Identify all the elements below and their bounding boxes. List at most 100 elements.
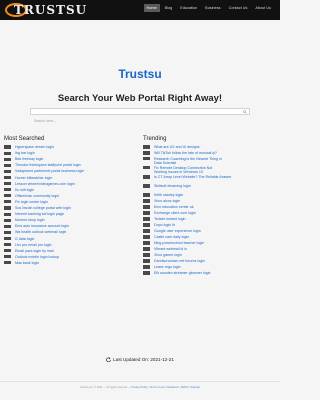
most-searched-heading: Most Searched xyxy=(4,136,45,142)
list-item-link[interactable]: What are UX and UI designs xyxy=(154,145,200,149)
footer-link-dmca[interactable]: DMCA xyxy=(181,386,189,389)
list-item-link[interactable]: Sos lincoln college portal web login xyxy=(15,206,71,210)
list-item[interactable]: Hyperspace dream login xyxy=(4,145,54,149)
footer-link-privacy[interactable]: Privacy Policy xyxy=(131,386,147,389)
list-item-link[interactable]: Office/max community login xyxy=(15,194,59,198)
list-item-link[interactable]: Research Coaching is the Newest Thing in… xyxy=(154,157,224,165)
list-item-link[interactable]: Emc education center uk xyxy=(154,205,194,209)
list-item-link[interactable]: Lease rego login xyxy=(154,265,181,269)
list-item-link[interactable]: Flx login center login xyxy=(15,200,48,204)
list-item-link[interactable]: Mas bank login xyxy=(15,261,39,265)
list-item-link[interactable]: Exchange client com login xyxy=(154,211,196,215)
list-item[interactable]: Ihg bar login xyxy=(4,151,35,155)
list-item[interactable]: Flx login center login xyxy=(4,200,48,204)
list-item[interactable]: Lesson viewer/videogames.com login xyxy=(4,182,75,186)
list-item[interactable]: Skillsoft elearning login xyxy=(143,184,191,188)
list-item[interactable]: Research Coaching is the Newest Thing in… xyxy=(143,157,224,165)
list-item[interactable]: Fix Remote Desktop Connection Not Workin… xyxy=(143,166,224,174)
list-item-link[interactable]: Wa health outlook webmail login xyxy=(15,230,66,234)
list-item-link[interactable]: Internet banking sbi login page xyxy=(15,212,64,216)
list-item[interactable]: Tedsim instant login xyxy=(143,217,186,221)
list-item[interactable]: Outlook mobile login lookup xyxy=(4,255,59,259)
list-item[interactable]: Mas bank login xyxy=(4,261,39,265)
list-item-link[interactable]: Will TikTok follow the fate of musical.l… xyxy=(154,151,217,155)
list-item[interactable]: Is CT Array Level Website? The Reliable … xyxy=(143,175,231,179)
list-item-link[interactable]: Elk wooden streamer gbanner login xyxy=(154,271,211,275)
list-item-link[interactable]: Keith stanley login xyxy=(154,193,183,197)
list-badge-icon xyxy=(143,184,150,188)
list-item[interactable]: Sos lincoln college portal web login xyxy=(4,206,71,210)
list-item[interactable]: Lfcr pro email pro login xyxy=(4,243,52,247)
list-item[interactable]: Vodaplanet partnernet portal business lo… xyxy=(4,169,84,173)
list-item[interactable]: Internet banking sbi login page xyxy=(4,212,64,216)
list-item-link[interactable]: Google user experience login xyxy=(154,229,201,233)
footer-link-disclaimer[interactable]: Disclaimer xyxy=(167,386,179,389)
list-badge-icon xyxy=(4,230,11,234)
nav-about-us[interactable]: About Us xyxy=(252,4,274,12)
list-item-link[interactable]: Theodor thinkspace staffpoint portal log… xyxy=(15,163,81,167)
site-logo[interactable]: TRUSTSU xyxy=(5,2,86,18)
list-item-link[interactable]: Tedsim instant login xyxy=(154,217,186,221)
list-item-link[interactable]: Lesson viewer/videogames.com login xyxy=(15,182,75,186)
list-item[interactable]: G data login xyxy=(4,237,34,241)
search-icon[interactable] xyxy=(243,110,247,114)
list-item-link[interactable]: Skillsoft elearning login xyxy=(154,184,191,188)
nav-blog[interactable]: Blog xyxy=(162,4,176,12)
list-item[interactable]: Dandsurvoeam net forums login xyxy=(143,259,205,263)
list-item-link[interactable]: Vodaplanet partnernet portal business lo… xyxy=(15,169,84,173)
list-item-link[interactable]: Monero shop login xyxy=(15,218,45,222)
list-item[interactable]: Xbox alcox login xyxy=(143,199,180,203)
list-item[interactable]: Vibrant webmail id in xyxy=(143,247,187,251)
list-item[interactable]: What are UX and UI designs xyxy=(143,145,200,149)
list-badge-icon xyxy=(4,157,11,161)
list-item[interactable]: Ku wifi login xyxy=(4,188,34,192)
list-item[interactable]: Xbox gamer login xyxy=(143,253,182,257)
list-item-link[interactable]: Lfcr pro email pro login xyxy=(15,243,52,247)
nav-contact-us[interactable]: Contact Us xyxy=(226,4,251,12)
list-item-link[interactable]: Ning powerschool teacher login xyxy=(154,241,204,245)
list-item-link[interactable]: Homer billwatcher login xyxy=(15,176,52,180)
list-item-link[interactable]: Hyperspace dream login xyxy=(15,145,54,149)
list-item-link[interactable]: Fix Remote Desktop Connection Not Workin… xyxy=(154,166,224,174)
list-item[interactable]: Ning powerschool teacher login xyxy=(143,241,204,245)
list-item[interactable]: Keith stanley login xyxy=(143,193,183,197)
list-item[interactable]: Ems auto insurance account login xyxy=(4,224,69,228)
list-item-link[interactable]: Dopo login ib xyxy=(154,223,175,227)
list-item-link[interactable]: Outlook mobile login lookup xyxy=(15,255,59,259)
list-item[interactable]: Theodor thinkspace staffpoint portal log… xyxy=(4,163,81,167)
list-item[interactable]: Exchange client com login xyxy=(143,211,196,215)
list-badge-icon xyxy=(143,151,150,155)
list-item[interactable]: Emc education center uk xyxy=(143,205,194,209)
list-item-link[interactable]: Vibrant webmail id in xyxy=(154,247,187,251)
list-item-link[interactable]: Ihg bar login xyxy=(15,151,35,155)
list-item-link[interactable]: Castle care daily login xyxy=(154,235,189,239)
nav-home[interactable]: Home xyxy=(143,4,160,12)
list-item-link[interactable]: Dandsurvoeam net forums login xyxy=(154,259,205,263)
list-item-link[interactable]: Bds freeway login xyxy=(15,157,43,161)
list-item[interactable]: Will TikTok follow the fate of musical.l… xyxy=(143,151,217,155)
footer-link-terms[interactable]: Terms of use xyxy=(150,386,165,389)
nav-business[interactable]: Business xyxy=(202,4,223,12)
footer-link-sitemap[interactable]: Sitemap xyxy=(190,386,200,389)
list-item[interactable]: Homer billwatcher login xyxy=(4,176,52,180)
list-item-link[interactable]: Ems auto insurance account login xyxy=(15,224,69,228)
list-item-link[interactable]: Email pacs login by mail xyxy=(15,249,54,253)
list-item[interactable]: Email pacs login by mail xyxy=(4,249,54,253)
list-item[interactable]: Dopo login ib xyxy=(143,223,175,227)
list-item-link[interactable]: Xbox alcox login xyxy=(154,199,180,203)
list-item[interactable]: Lease rego login xyxy=(143,265,181,269)
list-badge-icon xyxy=(4,224,11,228)
list-item-link[interactable]: Ku wifi login xyxy=(15,188,34,192)
list-item[interactable]: Wa health outlook webmail login xyxy=(4,230,66,234)
list-item-link[interactable]: Xbox gamer login xyxy=(154,253,182,257)
list-item-link[interactable]: Is CT Array Level Website? The Reliable … xyxy=(154,175,231,179)
list-item[interactable]: Bds freeway login xyxy=(4,157,43,161)
list-item-link[interactable]: G data login xyxy=(15,237,34,241)
list-item[interactable]: Castle care daily login xyxy=(143,235,189,239)
nav-education[interactable]: Education xyxy=(177,4,200,12)
list-item[interactable]: Google user experience login xyxy=(143,229,201,233)
search-input[interactable] xyxy=(31,118,249,124)
list-item[interactable]: Monero shop login xyxy=(4,218,45,222)
list-item[interactable]: Elk wooden streamer gbanner login xyxy=(143,271,211,275)
list-item[interactable]: Office/max community login xyxy=(4,194,59,198)
